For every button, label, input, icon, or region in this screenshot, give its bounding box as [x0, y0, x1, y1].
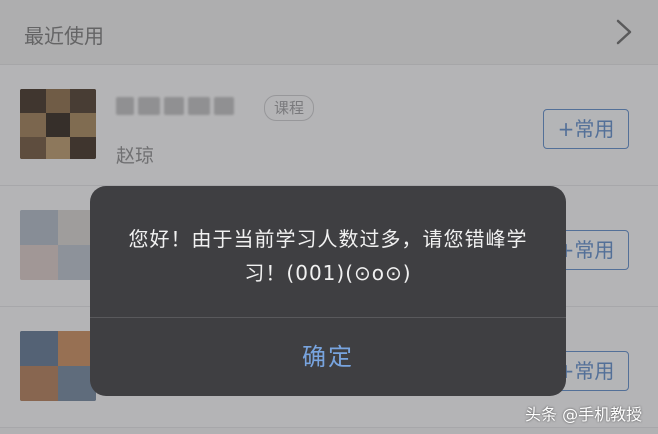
alert-dialog: 您好！由于当前学习人数过多，请您错峰学习！(001)(⊙o⊙) 确定 [90, 186, 566, 396]
watermark: 头条 @手机教授 [525, 405, 643, 424]
dialog-message: 您好！由于当前学习人数过多，请您错峰学习！(001)(⊙o⊙) [128, 227, 528, 285]
confirm-button[interactable]: 确定 [90, 318, 566, 396]
